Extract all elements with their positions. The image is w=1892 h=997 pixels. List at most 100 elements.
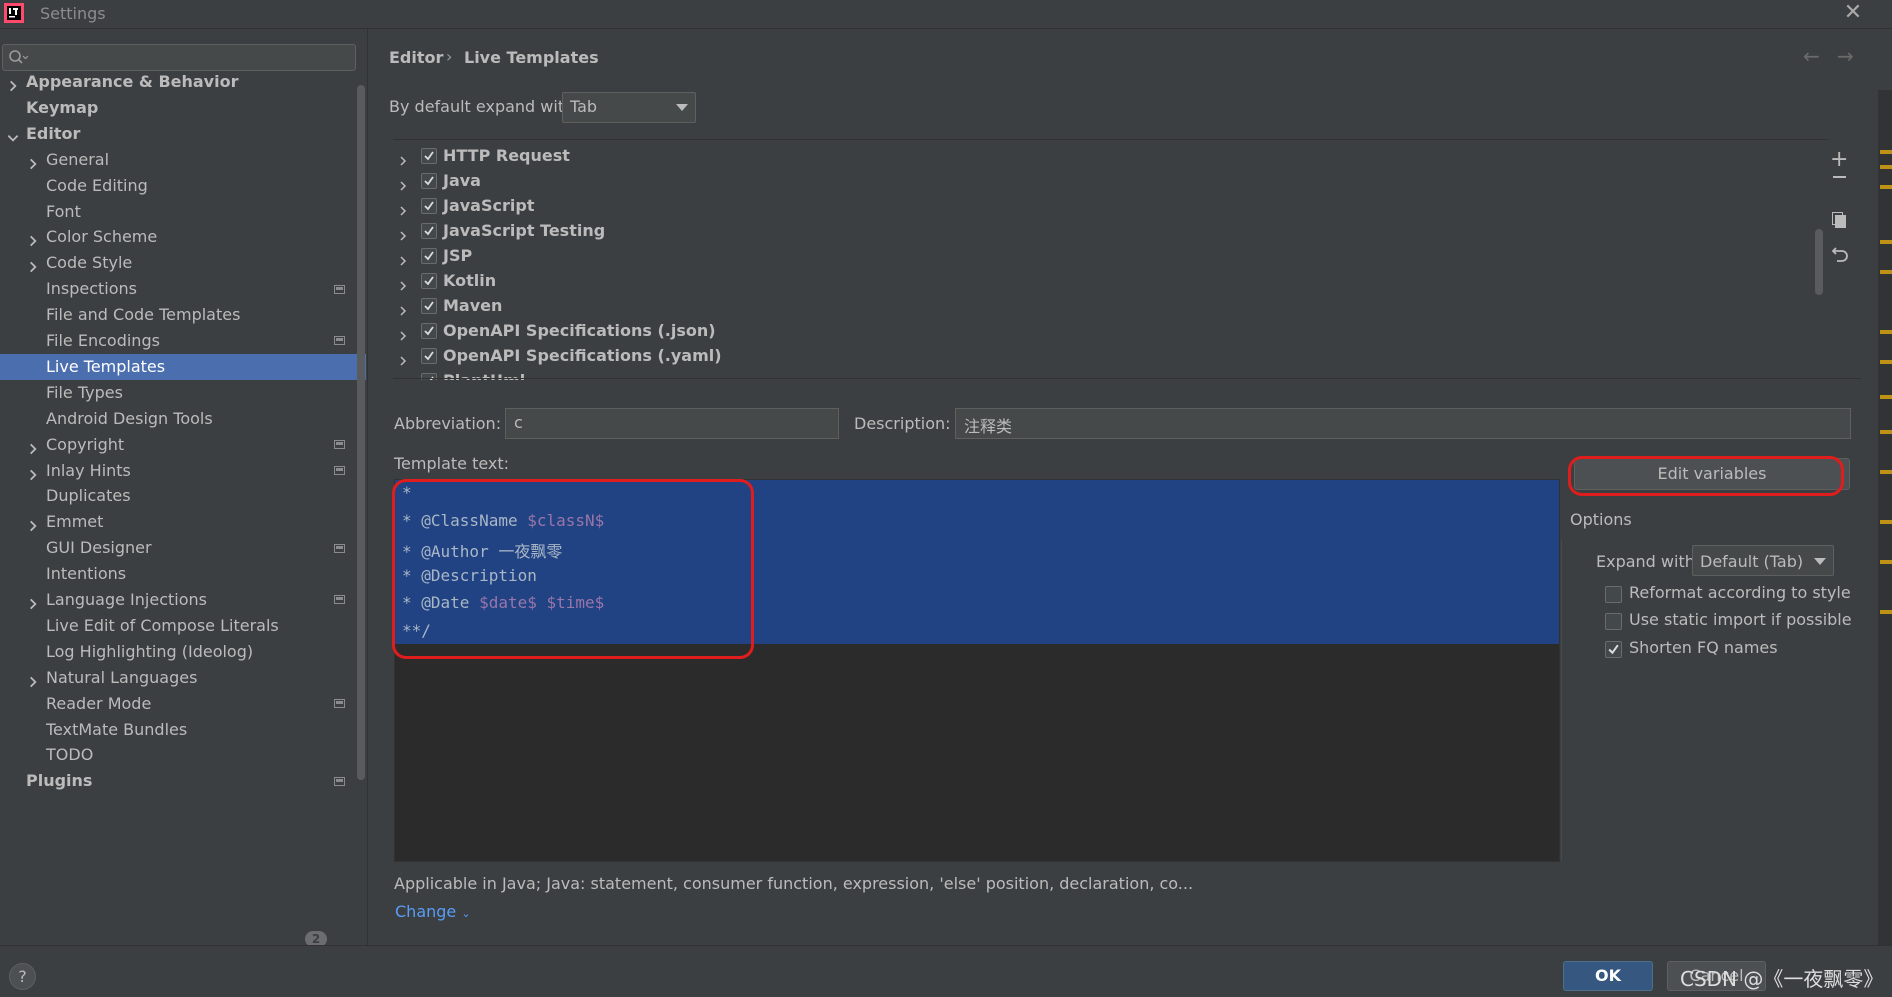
sidebar-scrollbar[interactable] xyxy=(357,85,365,780)
template-group-row[interactable]: JavaScript xyxy=(393,193,1823,218)
error-stripe-mark[interactable] xyxy=(1880,330,1892,334)
sidebar-item[interactable]: Intentions xyxy=(0,561,366,587)
template-group-row[interactable]: JSP xyxy=(393,243,1823,268)
error-stripe-mark[interactable] xyxy=(1880,360,1892,364)
chevron-right-icon[interactable] xyxy=(26,438,40,454)
error-stripe-mark[interactable] xyxy=(1880,430,1892,434)
error-stripe-mark[interactable] xyxy=(1880,165,1892,169)
sidebar-item[interactable]: File and Code Templates xyxy=(0,302,366,328)
sidebar-item[interactable]: Code Editing xyxy=(0,173,366,199)
chevron-right-icon[interactable] xyxy=(397,349,409,366)
group-checkbox[interactable] xyxy=(421,298,437,314)
remove-icon[interactable] xyxy=(1833,176,1846,178)
sidebar-item[interactable]: Natural Languages xyxy=(0,665,366,691)
chevron-right-icon[interactable] xyxy=(397,249,409,266)
error-stripe-mark[interactable] xyxy=(1880,240,1892,244)
sidebar-item[interactable]: Editor xyxy=(0,121,366,147)
group-checkbox[interactable] xyxy=(421,173,437,189)
option-checkbox[interactable] xyxy=(1605,586,1622,603)
chevron-right-icon[interactable] xyxy=(26,671,40,687)
error-stripe-mark[interactable] xyxy=(1880,520,1892,524)
chevron-right-icon[interactable] xyxy=(397,274,409,291)
breadcrumb-editor[interactable]: Editor xyxy=(389,48,443,67)
option-checkbox[interactable] xyxy=(1605,641,1622,658)
chevron-right-icon[interactable] xyxy=(6,75,20,92)
chevron-right-icon[interactable] xyxy=(397,199,409,216)
template-groups-list[interactable]: HTTP Request Java JavaScript JavaScript Tes… xyxy=(393,139,1828,380)
template-text-label: Template text: xyxy=(394,454,510,473)
sidebar-item[interactable]: Plugins xyxy=(0,768,366,794)
group-checkbox[interactable] xyxy=(421,273,437,289)
template-group-row[interactable]: OpenAPI Specifications (.json) xyxy=(393,318,1823,343)
error-stripe-mark[interactable] xyxy=(1880,270,1892,274)
revert-icon[interactable] xyxy=(1831,244,1849,262)
ok-button[interactable]: OK xyxy=(1563,961,1653,991)
description-input[interactable]: 注释类 xyxy=(955,408,1851,439)
sidebar-item[interactable]: Inspections xyxy=(0,276,366,302)
chevron-right-icon[interactable] xyxy=(397,299,409,316)
sidebar-item[interactable]: Color Scheme xyxy=(0,224,366,250)
add-icon[interactable]: + xyxy=(1830,147,1848,172)
settings-search-input[interactable] xyxy=(2,44,356,71)
sidebar-item[interactable]: Duplicates xyxy=(0,483,366,509)
back-arrow-icon[interactable]: ← xyxy=(1803,44,1820,68)
template-group-row[interactable]: HTTP Request xyxy=(393,143,1823,168)
chevron-down-icon[interactable] xyxy=(6,127,20,142)
chevron-right-icon[interactable] xyxy=(26,153,40,169)
chevron-right-icon[interactable] xyxy=(397,174,409,191)
group-checkbox[interactable] xyxy=(421,223,437,239)
group-checkbox[interactable] xyxy=(421,198,437,214)
sidebar-item[interactable]: Live Templates xyxy=(0,353,366,380)
sidebar-item[interactable]: File Encodings xyxy=(0,328,366,354)
chevron-right-icon[interactable] xyxy=(397,324,409,341)
chevron-right-icon[interactable] xyxy=(26,515,40,532)
option-checkbox[interactable] xyxy=(1605,613,1622,630)
forward-arrow-icon[interactable]: → xyxy=(1837,44,1854,68)
sidebar-item[interactable]: Font xyxy=(0,199,366,225)
chevron-right-icon[interactable] xyxy=(397,149,409,166)
sidebar-item[interactable]: Inlay Hints xyxy=(0,458,366,484)
template-group-row[interactable]: OpenAPI Specifications (.yaml) xyxy=(393,343,1823,368)
sidebar-item[interactable]: TextMate Bundles xyxy=(0,717,366,743)
sidebar-item[interactable]: General xyxy=(0,147,366,173)
sidebar-item[interactable]: TODO xyxy=(0,742,366,768)
change-contexts-link[interactable]: Change ⌄ xyxy=(395,902,471,921)
sidebar-item[interactable]: Language Injections xyxy=(0,587,366,613)
sidebar-item[interactable]: Code Style xyxy=(0,250,366,276)
sidebar-item[interactable]: Live Edit of Compose Literals xyxy=(0,613,366,639)
groups-scrollbar[interactable] xyxy=(1815,229,1823,295)
error-stripe-mark[interactable] xyxy=(1880,395,1892,399)
error-stripe-mark[interactable] xyxy=(1880,185,1892,189)
error-stripe-mark[interactable] xyxy=(1880,150,1892,154)
sidebar-item[interactable]: Log Highlighting (Ideolog) xyxy=(0,639,366,665)
sidebar-item[interactable]: Copyright xyxy=(0,432,366,458)
chevron-right-icon[interactable] xyxy=(397,224,409,241)
sidebar-item[interactable]: Reader Mode xyxy=(0,691,366,717)
group-checkbox[interactable] xyxy=(421,248,437,264)
chevron-right-icon[interactable] xyxy=(26,464,40,480)
chevron-right-icon[interactable] xyxy=(397,374,409,380)
template-group-row[interactable]: Java xyxy=(393,168,1823,193)
sidebar-item[interactable]: Appearance & Behavior xyxy=(0,69,366,95)
template-group-row[interactable]: Kotlin xyxy=(393,268,1823,293)
error-stripe-mark[interactable] xyxy=(1880,560,1892,564)
chevron-right-icon[interactable] xyxy=(26,230,40,247)
sidebar-item[interactable]: GUI Designer xyxy=(0,535,366,561)
error-stripe-mark[interactable] xyxy=(1880,610,1892,614)
abbreviation-input[interactable]: c xyxy=(505,408,839,439)
help-button[interactable]: ? xyxy=(9,963,36,990)
chevron-right-icon[interactable] xyxy=(26,593,40,610)
group-checkbox[interactable] xyxy=(421,348,437,364)
sidebar-item[interactable]: File Types xyxy=(0,380,366,406)
template-group-row[interactable]: Maven xyxy=(393,293,1823,318)
template-group-row[interactable]: JavaScript Testing xyxy=(393,218,1823,243)
sidebar-item[interactable]: Emmet xyxy=(0,509,366,535)
sidebar-item[interactable]: Keymap xyxy=(0,95,366,121)
group-checkbox[interactable] xyxy=(421,148,437,164)
error-stripe-mark[interactable] xyxy=(1880,470,1892,474)
copy-icon[interactable] xyxy=(1832,212,1846,228)
sidebar-item[interactable]: Android Design Tools xyxy=(0,406,366,432)
group-checkbox[interactable] xyxy=(421,323,437,339)
close-icon[interactable]: ✕ xyxy=(1840,0,1866,26)
chevron-right-icon[interactable] xyxy=(26,256,40,273)
